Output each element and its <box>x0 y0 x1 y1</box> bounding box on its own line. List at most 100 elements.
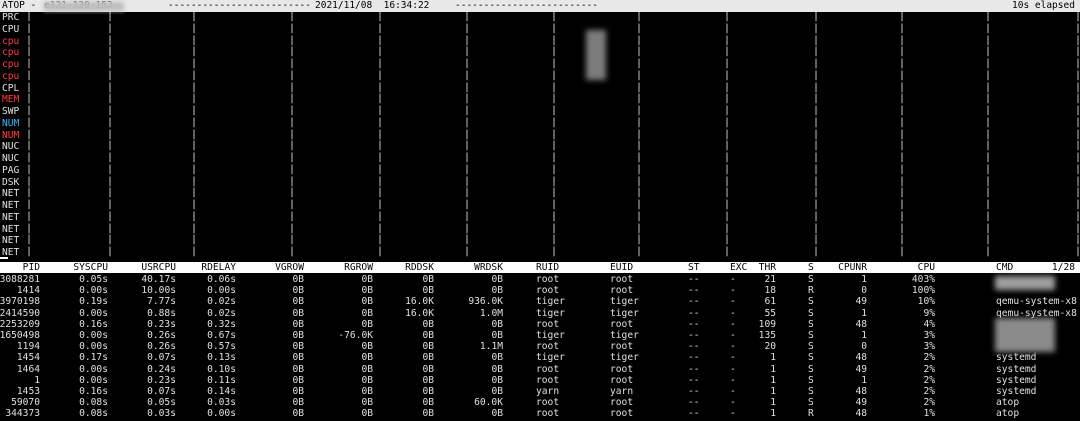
column-header-cmd[interactable]: CMD <box>996 262 1013 273</box>
process-cell-syscpu: 0.00s <box>79 374 108 386</box>
process-cell-usrcpu: 0.24s <box>147 363 176 375</box>
column-header-ruid[interactable]: RUID <box>536 262 559 273</box>
process-cell-s: S <box>808 374 814 386</box>
column-separator: | <box>289 187 296 199</box>
process-row[interactable]: 1 0.00s 0.23s 0.11s 0B 0B 0B 0B root root -- -1 S 1 2%… <box>0 375 1080 386</box>
column-separator: | <box>377 128 384 140</box>
column-header-thr[interactable]: THR <box>759 262 776 273</box>
process-row[interactable]: 1454 0.17s 0.07s 0.13s 0B 0B 0B 0B tiger tiger -- -… <box>0 352 1080 363</box>
process-cell-thr: 1 <box>770 408 776 420</box>
process-cell-cpu: 2% <box>923 397 935 409</box>
column-separator: | <box>26 210 33 222</box>
process-cell-ruid: root <box>536 397 560 409</box>
process-cell-euid: root <box>610 374 634 386</box>
column-separator: | <box>377 46 384 58</box>
process-row[interactable]: 1194 0.00s 0.26s 0.57s 0B 0B 0B 1.1M root root -- -… <box>0 341 1080 352</box>
process-cell-st: -- <box>688 386 700 397</box>
column-separator: | <box>636 140 643 152</box>
title-bar: ATOP - e121-130-152 --------------------… <box>0 0 1080 12</box>
process-cell-euid: root <box>610 363 634 375</box>
process-cell-s: S <box>808 318 814 330</box>
column-header-cpunr[interactable]: CPUNR <box>838 262 867 273</box>
process-cell-syscpu: 0.19s <box>79 296 108 308</box>
column-header-st[interactable]: ST <box>688 262 700 273</box>
column-separator: | <box>551 58 558 69</box>
column-header-pid[interactable]: PID <box>23 262 40 273</box>
process-row[interactable]: 3088281 0.05s 40.17s 0.06s 0B 0B 0B 0B root root -… <box>0 274 1080 285</box>
column-header-rdelay[interactable]: RDELAY <box>201 262 236 273</box>
column-separator: | <box>377 22 384 34</box>
process-row[interactable]: 1464 0.00s 0.24s 0.10s 0B 0B 0B 0B root root -- -1 S… <box>0 364 1080 375</box>
column-separator: | <box>377 34 384 46</box>
column-header-exc[interactable]: EXC <box>730 262 747 273</box>
column-separator: | <box>289 222 296 234</box>
column-separator: | <box>107 69 114 81</box>
column-header-vgrow[interactable]: VGROW <box>275 262 304 273</box>
column-separator: | <box>813 140 820 152</box>
column-separator: | <box>464 187 471 199</box>
column-separator: | <box>551 11 558 22</box>
column-header-s[interactable]: S <box>808 262 814 273</box>
column-separator: | <box>26 234 33 246</box>
column-separator: | <box>377 116 384 128</box>
process-row[interactable]: 3970198 0.19s 7.77s 0.02s 0B 0B 16.0K 936.0K tig… <box>0 296 1080 307</box>
column-header-cpu[interactable]: CPU <box>918 262 935 273</box>
column-header-usrcpu[interactable]: USRCPU <box>141 262 176 273</box>
process-cell-st: -- <box>688 285 700 297</box>
process-cell-euid: root <box>610 285 634 297</box>
process-cell-rddsk: 0B <box>422 330 434 341</box>
process-cell-syscpu: 0.00s <box>79 330 108 341</box>
column-separator: | <box>551 163 558 175</box>
process-cell-exc: - <box>730 397 736 409</box>
column-separator: | <box>26 81 33 93</box>
column-separator: | <box>551 22 558 34</box>
column-separator: | <box>1075 163 1080 175</box>
process-cell-st: -- <box>688 318 700 330</box>
process-cell-rddsk: 0B <box>422 408 434 420</box>
process-row[interactable]: 1414 0.00s 10.00s 0.00s 0B 0B 0B 0B root root -- -1… <box>0 285 1080 296</box>
system-row-cpu: cpu|sys0%|user100%|irq0%|||idle0%|cpu0w … <box>0 34 1080 48</box>
process-cell-wrdsk: 936.0K <box>468 296 503 308</box>
column-separator: | <box>107 140 114 152</box>
process-row[interactable]: 59070 0.08s 0.05s 0.03s 0B 0B 0B 60.0K root root -… <box>0 397 1080 408</box>
column-header-syscpu[interactable]: SYSCPU <box>73 262 108 273</box>
process-cell-euid: tiger <box>610 307 639 319</box>
process-row[interactable]: 1650498 0.00s 0.26s 0.67s 0B -76.0K 0B 0B tiger t… <box>0 330 1080 341</box>
process-cell-ruid: root <box>536 374 560 386</box>
process-cell-rdelay: 0.32s <box>207 318 236 330</box>
process-cell-usrcpu: 0.07s <box>147 386 176 397</box>
process-cell-cmd: systemd <box>996 374 1037 386</box>
process-cell-rdelay: 0.14s <box>207 386 236 397</box>
column-separator: | <box>813 11 820 22</box>
system-row-num: NUM|tot187.2G|free982.6M|file12.7G|numan… <box>0 128 1080 142</box>
process-cell-ruid: yarn <box>536 386 560 397</box>
column-separator: | <box>107 116 114 128</box>
column-separator: | <box>636 105 643 116</box>
process-cell-wrdsk: 60.0K <box>474 397 503 409</box>
column-separator: | <box>191 105 198 116</box>
column-separator: | <box>636 34 643 46</box>
column-separator: | <box>377 69 384 81</box>
column-separator: | <box>464 22 471 34</box>
process-cell-pid: 1464 <box>16 363 40 375</box>
column-separator: | <box>985 140 992 152</box>
column-header-wrdsk[interactable]: WRDSK <box>474 262 503 273</box>
process-cell-rgrow: 0B <box>361 352 373 364</box>
column-header-euid[interactable]: EUID <box>610 262 633 273</box>
column-header-1-28[interactable]: 1/28 <box>1052 262 1075 273</box>
column-separator: | <box>551 128 558 140</box>
process-cell-cmd: systemd <box>996 386 1037 397</box>
column-separator: | <box>551 81 558 93</box>
column-separator: | <box>724 210 731 222</box>
process-cell-ruid: root <box>536 341 560 353</box>
process-row[interactable]: 344373 0.08s 0.03s 0.00s 0B 0B 0B 0B root root -- -… <box>0 408 1080 419</box>
process-row[interactable]: 2253209 0.16s 0.23s 0.32s 0B 0B 0B 0B root root --… <box>0 319 1080 330</box>
process-cell-euid: root <box>610 341 634 353</box>
process-row[interactable]: 2414590 0.00s 0.88s 0.02s 0B 0B 16.0K 1.0M tiger… <box>0 308 1080 319</box>
column-separator: | <box>289 163 296 175</box>
process-row[interactable]: 1453 0.16s 0.07s 0.14s 0B 0B 0B 0B yarn yarn -- -1 S… <box>0 386 1080 397</box>
column-separator: | <box>107 93 114 105</box>
process-cell-euid: root <box>610 408 634 420</box>
column-header-rddsk[interactable]: RDDSK <box>405 262 434 273</box>
column-header-rgrow[interactable]: RGROW <box>344 262 373 273</box>
